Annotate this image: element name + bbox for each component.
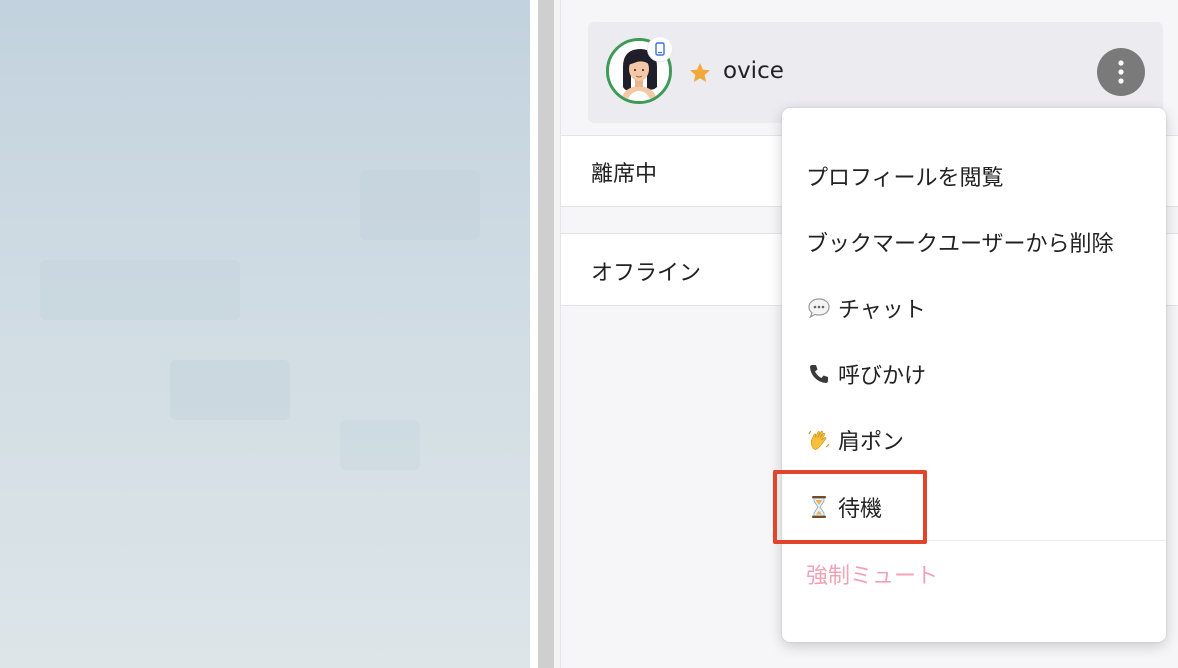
more-options-button[interactable]	[1097, 48, 1145, 96]
menu-item-tap-shoulder[interactable]: 肩ポン	[806, 423, 904, 457]
section-label: オフライン	[591, 261, 702, 286]
menu-item-force-mute[interactable]: 強制ミュート	[806, 557, 938, 591]
highlight-annotation	[773, 470, 927, 544]
menu-item-label: 強制ミュート	[806, 564, 939, 589]
mobile-device-icon	[648, 37, 672, 61]
section-label: 離席中	[591, 162, 658, 187]
splitter-gap	[530, 0, 538, 668]
vertical-dots-icon	[1118, 60, 1124, 84]
phone-icon	[806, 361, 832, 387]
menu-item-call-out[interactable]: 呼びかけ	[806, 357, 926, 391]
star-icon[interactable]	[688, 61, 712, 85]
menu-item-view-profile[interactable]: プロフィールを閲覧	[806, 159, 1004, 193]
space-view-background	[0, 0, 530, 668]
panel-border	[554, 0, 561, 668]
panel-resize-handle[interactable]	[538, 0, 554, 668]
app-window: ovice 離席中 オフライン プロフィールを閲覧 ブックマークユーザーから削除…	[0, 0, 1178, 668]
user-context-menu: プロフィールを閲覧 ブックマークユーザーから削除 チャット 呼びかけ 肩ポン 待…	[782, 108, 1166, 642]
speech-bubble-icon	[806, 295, 832, 321]
menu-item-label: チャット	[838, 298, 926, 323]
menu-item-chat[interactable]: チャット	[806, 291, 926, 325]
user-name: ovice	[723, 58, 784, 84]
menu-item-label: プロフィールを閲覧	[806, 166, 1004, 191]
menu-item-label: 呼びかけ	[838, 364, 927, 389]
menu-item-label: ブックマークユーザーから削除	[806, 232, 1114, 257]
menu-item-label: 肩ポン	[838, 430, 905, 455]
waving-hand-icon	[806, 427, 832, 453]
menu-item-remove-bookmark[interactable]: ブックマークユーザーから削除	[806, 225, 1114, 259]
